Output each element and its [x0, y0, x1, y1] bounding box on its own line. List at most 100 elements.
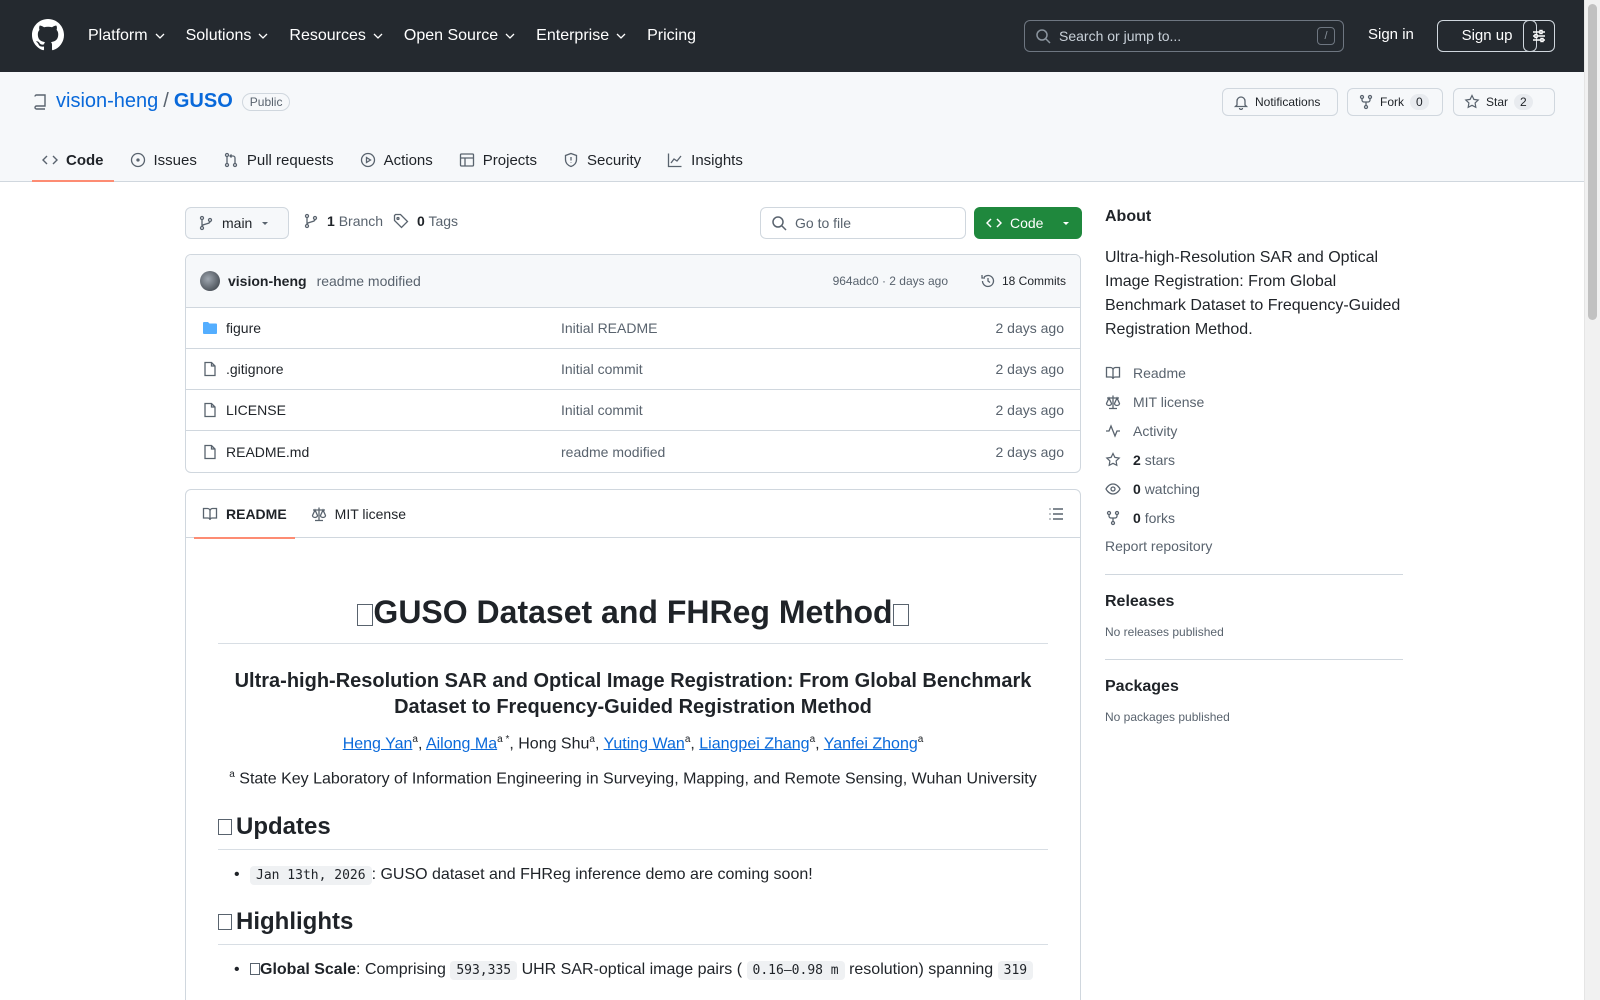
- file-commit-message[interactable]: Initial commit: [561, 361, 643, 377]
- repo-title: vision-heng / GUSO Public: [32, 90, 291, 113]
- tab-actions[interactable]: Actions: [350, 138, 443, 182]
- go-to-file-input[interactable]: Go to file: [760, 207, 966, 239]
- repo-name-link[interactable]: GUSO: [174, 90, 233, 113]
- forks-link[interactable]: 0 forks: [1105, 503, 1403, 532]
- file-row[interactable]: .gitignore Initial commit 2 days ago: [186, 349, 1080, 390]
- tab-pull-requests[interactable]: Pull requests: [213, 138, 344, 182]
- github-logo-icon[interactable]: [32, 19, 64, 51]
- branch-selector[interactable]: main: [185, 207, 289, 239]
- caret-down-icon: [1063, 222, 1070, 225]
- license-link-label: MIT license: [1133, 393, 1205, 410]
- file-commit-message[interactable]: Initial README: [561, 320, 657, 336]
- code-dropdown-button[interactable]: Code: [974, 207, 1082, 239]
- readme-panel: README MIT license GUSO Dataset and FHRe…: [185, 489, 1081, 1000]
- report-repository-link[interactable]: Report repository: [1105, 538, 1403, 554]
- nav-enterprise[interactable]: Enterprise: [536, 27, 627, 45]
- license-link[interactable]: MIT license: [1105, 387, 1403, 416]
- nav-pricing[interactable]: Pricing: [647, 27, 696, 45]
- affiliation-sup: a: [229, 769, 235, 781]
- sign-up-button[interactable]: Sign up: [1437, 20, 1537, 52]
- author-sup: a: [809, 734, 816, 745]
- tag-count: 0: [417, 213, 425, 229]
- commit-author-link[interactable]: vision-heng: [228, 273, 307, 289]
- file-name-link[interactable]: LICENSE: [226, 402, 286, 418]
- stars-link[interactable]: 2 stars: [1105, 445, 1403, 474]
- packages-heading[interactable]: Packages: [1105, 678, 1403, 696]
- star-button[interactable]: Star 2: [1453, 88, 1555, 116]
- author-sup: a: [684, 734, 691, 745]
- highlight-code: 0.16–0.98 m: [746, 960, 845, 980]
- file-icon: [204, 402, 216, 418]
- sign-in-link[interactable]: Sign in: [1368, 26, 1414, 43]
- author-link[interactable]: Ailong Ma: [426, 735, 497, 752]
- law-icon: [311, 507, 326, 521]
- code-icon: [42, 155, 58, 165]
- outline-list-icon[interactable]: [1048, 506, 1064, 522]
- avatar[interactable]: [200, 271, 220, 291]
- tab-readme[interactable]: README: [194, 490, 295, 539]
- chevron-down-icon: [155, 33, 165, 39]
- nav-label: Platform: [88, 27, 148, 44]
- tab-security[interactable]: Security: [553, 138, 651, 182]
- file-name-link[interactable]: README.md: [226, 444, 309, 460]
- search-input[interactable]: Search or jump to... /: [1024, 20, 1344, 52]
- about-description: Ultra-high-Resolution SAR and Optical Im…: [1105, 249, 1401, 338]
- tab-license[interactable]: MIT license: [303, 490, 414, 538]
- author-link[interactable]: Yuting Wan: [604, 735, 685, 752]
- file-icon: [204, 444, 216, 459]
- file-commit-message[interactable]: Initial commit: [561, 402, 643, 418]
- top-nav: Platform Solutions Resources Open Source…: [88, 0, 716, 72]
- highlight-title: Global Scale: [260, 960, 357, 978]
- author-sup: a: [589, 734, 595, 745]
- fork-button[interactable]: Fork 0: [1347, 88, 1443, 116]
- tab-code[interactable]: Code: [32, 138, 114, 182]
- tab-label: Pull requests: [246, 151, 334, 169]
- author-link[interactable]: Liangpei Zhang: [699, 735, 809, 752]
- list-item: Jan 13th, 2026: GUSO dataset and FHReg i…: [218, 865, 1048, 885]
- page-scrollbar[interactable]: [1584, 0, 1600, 1000]
- commit-message-link[interactable]: readme modified: [317, 273, 421, 289]
- nav-label: Open Source: [403, 27, 499, 44]
- file-commit-date: 2 days ago: [995, 361, 1065, 377]
- nav-solutions[interactable]: Solutions: [186, 27, 270, 45]
- highlight-code: 319: [997, 960, 1034, 980]
- file-row[interactable]: LICENSE Initial commit 2 days ago: [186, 390, 1080, 431]
- commit-meta[interactable]: 964adc0 · 2 days ago: [833, 274, 948, 288]
- emoji-placeholder-icon: [218, 913, 232, 930]
- readme-link[interactable]: Readme: [1105, 358, 1403, 387]
- releases-heading[interactable]: Releases: [1105, 593, 1403, 611]
- scrollbar-thumb[interactable]: [1588, 4, 1597, 320]
- tab-label: MIT license: [334, 505, 406, 522]
- nav-label: Resources: [289, 27, 366, 44]
- branches-link[interactable]: 1 Branch: [303, 213, 383, 229]
- book-icon: [202, 507, 218, 520]
- watching-link[interactable]: 0 watching: [1105, 474, 1403, 503]
- author-link[interactable]: Heng Yan: [343, 735, 413, 752]
- file-name-link[interactable]: .gitignore: [226, 361, 284, 377]
- file-row[interactable]: README.md readme modified 2 days ago: [186, 431, 1080, 472]
- commits-history-link[interactable]: 18 Commits: [980, 273, 1066, 289]
- file-commit-message[interactable]: readme modified: [561, 444, 665, 460]
- tab-projects[interactable]: Projects: [449, 138, 547, 182]
- tab-label: README: [226, 505, 287, 522]
- nav-label: Solutions: [185, 27, 252, 44]
- caret-down-icon: [262, 222, 269, 225]
- highlights-heading: Highlights: [218, 908, 1048, 945]
- notifications-button[interactable]: Notifications: [1222, 88, 1338, 116]
- tags-link[interactable]: 0 Tags: [393, 213, 458, 229]
- nav-open-source[interactable]: Open Source: [404, 27, 516, 45]
- tab-issues[interactable]: Issues: [120, 138, 207, 182]
- nav-platform[interactable]: Platform: [88, 27, 166, 45]
- tab-insights[interactable]: Insights: [657, 138, 753, 182]
- repo-separator: /: [163, 90, 169, 112]
- activity-link[interactable]: Activity: [1105, 416, 1403, 445]
- author-link[interactable]: Yanfei Zhong: [824, 735, 918, 752]
- menu-toggle-button[interactable]: [1523, 20, 1555, 52]
- tab-label: Code: [66, 151, 104, 169]
- repo-owner-link[interactable]: vision-heng: [56, 90, 158, 113]
- nav-resources[interactable]: Resources: [289, 27, 383, 45]
- emoji-placeholder-icon: [218, 818, 232, 835]
- file-row[interactable]: figure Initial README 2 days ago: [186, 308, 1080, 349]
- forks-label: forks: [1144, 509, 1176, 526]
- file-name-link[interactable]: figure: [226, 320, 261, 336]
